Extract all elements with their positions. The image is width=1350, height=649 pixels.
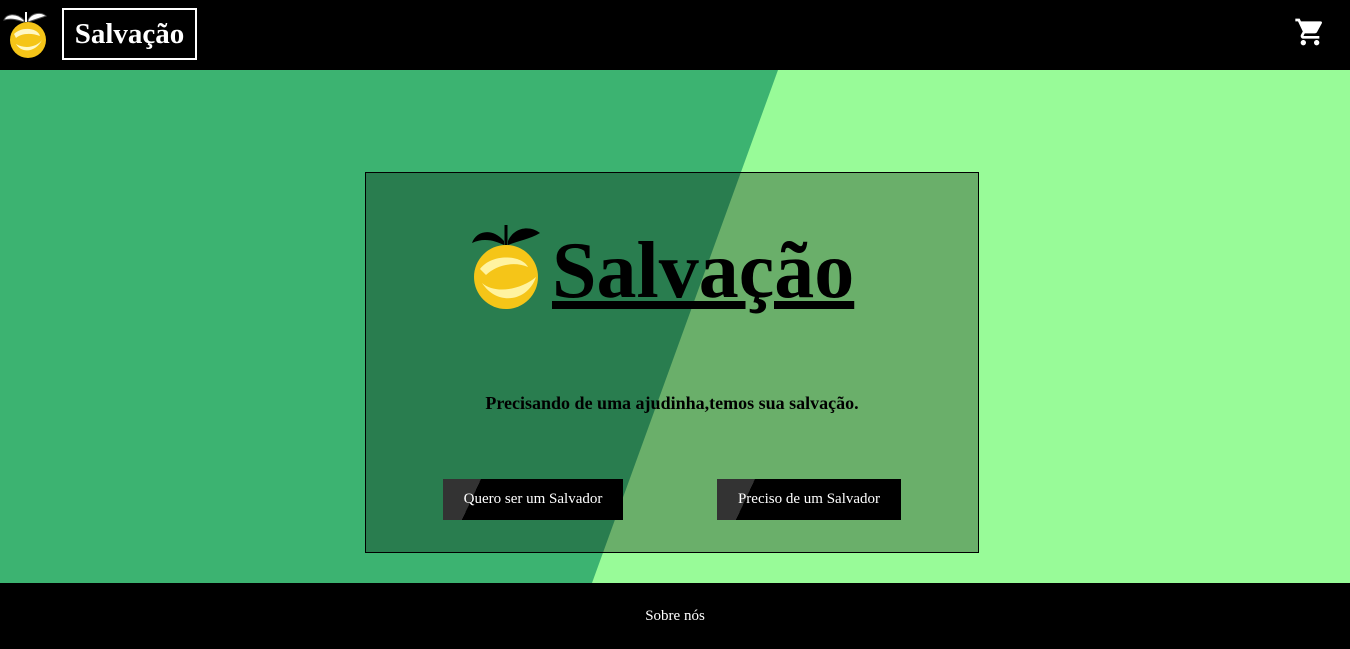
- need-saver-label: Preciso de um Salvador: [737, 491, 881, 507]
- become-saver-label: Quero ser um Salvador: [463, 491, 603, 507]
- hero-title: Salvação: [552, 227, 855, 315]
- lemon-logo-icon[interactable]: [2, 8, 50, 60]
- about-link[interactable]: Sobre nós: [645, 608, 705, 625]
- need-saver-button[interactable]: Preciso de um Salvador: [717, 479, 901, 520]
- welcome-card: Salvação Precisando de uma ajudinha,temo…: [365, 172, 979, 553]
- top-navbar: Salvação: [0, 0, 1350, 70]
- brand-title[interactable]: Salvação: [62, 8, 197, 60]
- hero-section: Salvação Precisando de uma ajudinha,temo…: [0, 70, 1350, 583]
- hero-tagline: Precisando de uma ajudinha,temos sua sal…: [485, 393, 859, 413]
- footer: Sobre nós: [0, 583, 1350, 649]
- lemon-logo-icon: [472, 225, 540, 309]
- become-saver-button[interactable]: Quero ser um Salvador: [443, 479, 623, 520]
- shopping-cart-icon[interactable]: [1294, 16, 1326, 48]
